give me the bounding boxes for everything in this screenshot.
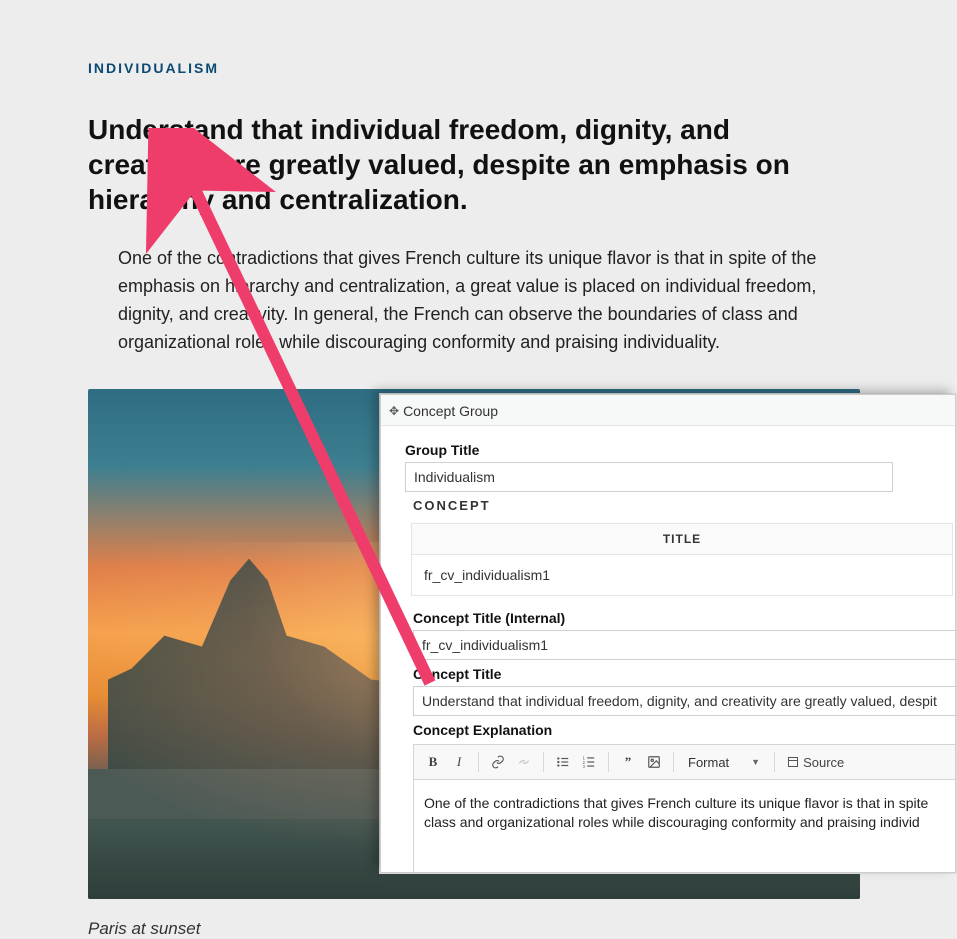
toolbar-separator: [774, 752, 775, 772]
group-title-label: Group Title: [405, 442, 955, 458]
concept-editor-panel: ✥ Concept Group Group Title CONCEPT TITL…: [380, 394, 956, 873]
concept-title-label: Concept Title: [413, 666, 955, 682]
eyebrow: INDIVIDUALISM: [88, 60, 860, 76]
move-icon: ✥: [389, 404, 399, 418]
article-body: One of the contradictions that gives Fre…: [118, 245, 838, 357]
bullet-list-button[interactable]: [552, 751, 574, 773]
group-title-input[interactable]: [405, 462, 893, 492]
panel-header-label: Concept Group: [403, 403, 498, 419]
blockquote-button[interactable]: ”: [617, 751, 639, 773]
chevron-down-icon: ▼: [751, 757, 760, 767]
image-caption: Paris at sunset: [88, 919, 860, 939]
bold-button[interactable]: B: [422, 751, 444, 773]
italic-button[interactable]: I: [448, 751, 470, 773]
number-list-button[interactable]: 123: [578, 751, 600, 773]
article-title: Understand that individual freedom, dign…: [88, 112, 858, 217]
concept-heading: CONCEPT: [413, 498, 955, 513]
link-button[interactable]: [487, 751, 509, 773]
toolbar-separator: [478, 752, 479, 772]
format-label: Format: [688, 755, 729, 770]
title-cell[interactable]: fr_cv_individualism1: [412, 555, 953, 596]
toolbar-separator: [673, 752, 674, 772]
source-button[interactable]: Source: [783, 751, 848, 773]
concept-title-internal-label: Concept Title (Internal): [413, 610, 955, 626]
concept-title-input[interactable]: [413, 686, 955, 716]
concept-explanation-editor[interactable]: One of the contradictions that gives Fre…: [413, 780, 955, 872]
toolbar-separator: [608, 752, 609, 772]
unlink-button[interactable]: [513, 751, 535, 773]
concept-title-internal-input[interactable]: [413, 630, 955, 660]
concept-explanation-label: Concept Explanation: [413, 722, 955, 738]
rich-text-toolbar: B I 123 ”: [413, 744, 955, 780]
panel-header[interactable]: ✥ Concept Group: [381, 395, 955, 426]
format-dropdown[interactable]: Format ▼: [682, 755, 766, 770]
svg-text:3: 3: [583, 764, 586, 769]
concept-table: TITLE fr_cv_individualism1: [411, 523, 953, 596]
toolbar-separator: [543, 752, 544, 772]
title-column-header: TITLE: [412, 524, 953, 555]
source-label: Source: [803, 755, 844, 770]
image-button[interactable]: [643, 751, 665, 773]
